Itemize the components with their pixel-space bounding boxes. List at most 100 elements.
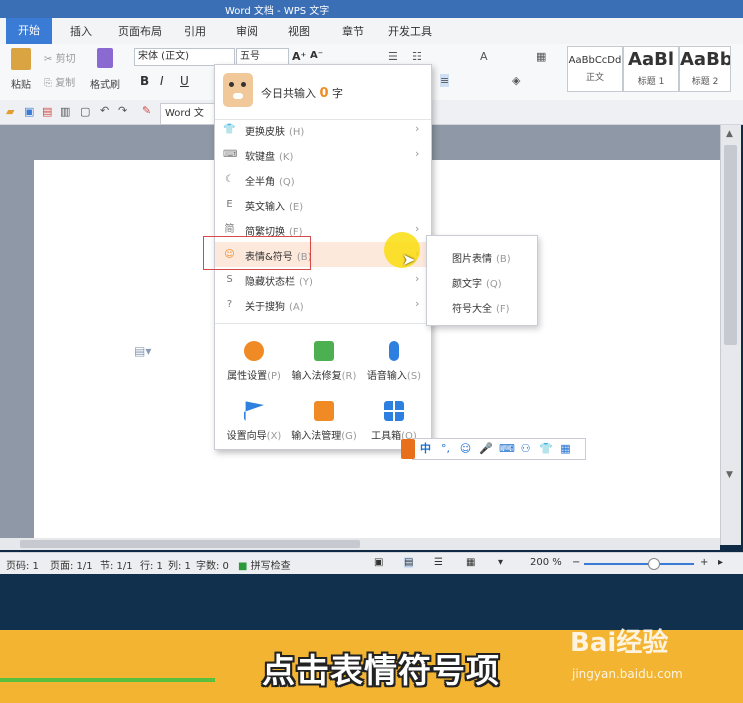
menu-item-about[interactable]: ? 关于搜狗 (A) › xyxy=(215,292,431,317)
zoom-in-icon[interactable]: + xyxy=(700,557,708,568)
page-view-icon[interactable]: ▤ xyxy=(404,557,414,568)
undo-icon[interactable]: ↶ xyxy=(100,104,109,117)
punctuation-icon[interactable]: °, xyxy=(439,442,452,455)
scroll-up-icon[interactable]: ▲ xyxy=(726,129,733,139)
check-icon: ■ xyxy=(238,561,248,572)
redo-icon[interactable]: ↷ xyxy=(118,104,127,117)
tab-review[interactable]: 审阅 xyxy=(236,23,258,39)
format-painter-label: 格式刷 xyxy=(90,80,120,91)
menu-item-hide-label: 隐藏状态栏 xyxy=(245,277,295,288)
grid-repair-label: 输入法修复 xyxy=(291,371,342,382)
italic-icon[interactable]: I xyxy=(160,74,164,88)
open-icon[interactable]: ▰ xyxy=(6,105,14,118)
menu-item-hide-key: (Y) xyxy=(299,277,313,288)
zoom-level[interactable]: 200 % xyxy=(530,557,562,568)
zoom-out-icon[interactable]: − xyxy=(572,557,580,568)
menu-item-about-key: (A) xyxy=(289,302,304,313)
style-heading1-name: 标题 1 xyxy=(637,77,665,87)
keyboard-icon: ⌨ xyxy=(223,149,238,160)
menu-item-english[interactable]: E 英文输入 (E) xyxy=(215,192,431,217)
question-icon: ? xyxy=(226,299,233,310)
fullscreen-icon[interactable]: ▣ xyxy=(374,557,383,568)
paste-button[interactable]: 粘贴 xyxy=(6,48,36,91)
status-row: 行: 1 xyxy=(140,561,163,572)
submenu-image-emoji-key: (B) xyxy=(496,254,511,265)
moon-icon: ☾ xyxy=(225,174,234,185)
style-normal[interactable]: AaBbCcDd 正文 xyxy=(567,46,623,92)
skin-icon[interactable]: 👕 xyxy=(539,442,553,455)
emoji-icon[interactable]: ☺ xyxy=(459,442,472,455)
preview-icon[interactable]: ▢ xyxy=(80,105,90,118)
caption-text: 点击表情符号项 xyxy=(262,651,500,690)
vertical-scrollbar[interactable]: ▲ ▼ xyxy=(720,125,741,545)
scroll-down-icon[interactable]: ▼ xyxy=(726,470,733,480)
today-count: 今日共输入 0 字 xyxy=(261,85,343,101)
table-icon[interactable]: ▦ xyxy=(536,50,546,63)
zoom-slider[interactable] xyxy=(584,558,694,570)
outline-view-icon[interactable]: ☰ xyxy=(434,557,443,568)
grid-ime-manage-label: 输入法管理 xyxy=(291,431,342,442)
grow-font-icon[interactable]: A⁺ xyxy=(292,50,306,63)
cursor-highlight: ➤ xyxy=(384,232,420,269)
menu-item-fullwidth[interactable]: ☾ 全半角 (Q) xyxy=(215,167,431,192)
tab-home[interactable]: 开始 xyxy=(6,18,52,44)
toolbox-icon[interactable]: ▦ xyxy=(559,442,572,455)
copy-button[interactable]: ⎘ 复制 xyxy=(44,74,84,89)
cut-button[interactable]: ✂ 剪切 xyxy=(44,50,84,65)
more-icon[interactable]: ▸ xyxy=(718,557,723,568)
style-heading1-preview: AaBl xyxy=(628,49,674,70)
style-heading1[interactable]: AaBl 标题 1 xyxy=(623,46,679,92)
zoom-slider-thumb[interactable] xyxy=(648,558,660,570)
tab-references[interactable]: 引用 xyxy=(184,23,206,39)
style-heading2[interactable]: AaBb 标题 2 xyxy=(679,46,731,92)
web-view-icon[interactable]: ▦ xyxy=(466,557,475,568)
menu-item-soft-keyboard[interactable]: ⌨ 软键盘 (K) › xyxy=(215,142,431,167)
spell-check-toggle[interactable]: ■ 拼写检查 xyxy=(238,557,291,572)
bullets-icon[interactable]: ☰ xyxy=(388,50,398,63)
grid-wizard[interactable]: 设置向导(X) xyxy=(219,395,289,451)
hscroll-thumb[interactable] xyxy=(20,540,360,548)
grid-ime-manage[interactable]: 输入法管理(G) xyxy=(289,395,359,451)
submenu-symbols[interactable]: 符号大全 (F) xyxy=(452,300,510,315)
format-painter-button[interactable]: 格式刷 xyxy=(88,48,122,91)
grid-properties[interactable]: 属性设置(P) xyxy=(219,335,289,391)
submenu-kaomoji[interactable]: 颜文字 (Q) xyxy=(452,275,502,290)
status-page-code: 页码: 1 xyxy=(6,561,39,572)
align-center-icon[interactable]: ≡ xyxy=(440,74,450,87)
submenu-image-emoji[interactable]: 图片表情 (B) xyxy=(452,250,511,265)
scroll-thumb[interactable] xyxy=(724,145,737,345)
pdf-icon[interactable]: ▤ xyxy=(42,105,52,118)
submenu-image-emoji-label: 图片表情 xyxy=(452,254,492,265)
english-icon: E xyxy=(226,199,233,210)
tab-insert[interactable]: 插入 xyxy=(70,23,92,39)
status-section: 节: 1/1 xyxy=(100,561,133,572)
voice-icon[interactable]: 🎤 xyxy=(479,442,493,455)
numbering-icon[interactable]: ☷ xyxy=(412,50,422,63)
menu-item-hide-statusbar[interactable]: S 隐藏状态栏 (Y) › xyxy=(215,267,431,292)
underline-icon[interactable]: U xyxy=(180,74,189,88)
print-icon[interactable]: ▥ xyxy=(60,105,70,118)
bold-icon[interactable]: B xyxy=(140,74,149,88)
sogou-logo-icon[interactable] xyxy=(401,439,415,459)
save-icon[interactable]: ▣ xyxy=(24,105,34,118)
shading-icon[interactable]: ◈ xyxy=(512,74,520,87)
text-effect-icon[interactable]: A xyxy=(480,50,488,63)
paragraph-options-icon[interactable]: ▤▾ xyxy=(134,344,151,358)
list-icon xyxy=(314,401,334,421)
grid-repair[interactable]: 输入法修复(R) xyxy=(289,335,359,391)
menu-item-skin[interactable]: 👕 更换皮肤 (H) › xyxy=(215,117,431,142)
tab-section[interactable]: 章节 xyxy=(342,23,364,39)
emoji-submenu: 图片表情 (B) 颜文字 (Q) 符号大全 (F) xyxy=(426,235,538,326)
grid-voice[interactable]: 语音输入(S) xyxy=(359,335,429,391)
horizontal-scrollbar[interactable] xyxy=(0,538,720,550)
tab-page-layout[interactable]: 页面布局 xyxy=(118,23,162,39)
reading-view-icon[interactable]: ▾ xyxy=(498,557,503,568)
shrink-font-icon[interactable]: A⁻ xyxy=(310,50,323,61)
tab-developer[interactable]: 开发工具 xyxy=(388,23,432,39)
tab-view[interactable]: 视图 xyxy=(288,23,310,39)
chinese-mode-toggle[interactable]: 中 xyxy=(419,442,432,455)
grid-repair-key: (R) xyxy=(341,371,357,382)
user-icon[interactable]: ⚇ xyxy=(519,442,532,455)
soft-keyboard-icon[interactable]: ⌨ xyxy=(499,442,515,455)
brush-icon xyxy=(97,48,113,68)
